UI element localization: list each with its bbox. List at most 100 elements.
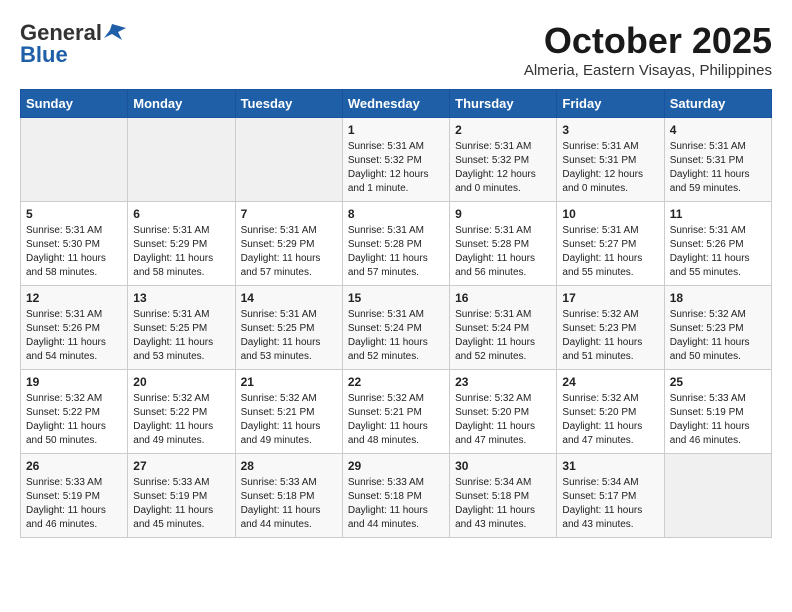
day-number: 11 bbox=[670, 207, 766, 221]
cell-info: Sunrise: 5:32 AMSunset: 5:20 PMDaylight:… bbox=[455, 392, 551, 448]
calendar-cell: 1 Sunrise: 5:31 AMSunset: 5:32 PMDaylight… bbox=[342, 118, 449, 202]
calendar-week-row: 5 Sunrise: 5:31 AMSunset: 5:30 PMDaylight… bbox=[21, 202, 772, 286]
location-title: Almeria, Eastern Visayas, Philippines bbox=[524, 62, 772, 79]
logo: General Blue bbox=[20, 20, 126, 68]
day-number: 6 bbox=[133, 207, 229, 221]
day-number: 14 bbox=[241, 291, 337, 305]
weekday-header: Monday bbox=[128, 90, 235, 118]
calendar-cell: 3 Sunrise: 5:31 AMSunset: 5:31 PMDaylight… bbox=[557, 118, 664, 202]
weekday-header: Sunday bbox=[21, 90, 128, 118]
weekday-header: Tuesday bbox=[235, 90, 342, 118]
calendar-cell: 26Sunrise: 5:33 AMSunset: 5:19 PMDayligh… bbox=[21, 454, 128, 538]
calendar-cell: 17 Sunrise: 5:32 AMSunset: 5:23 PMDayligh… bbox=[557, 286, 664, 370]
cell-info: Sunrise: 5:32 AMSunset: 5:23 PMDaylight:… bbox=[670, 308, 766, 364]
cell-info: Sunrise: 5:31 AMSunset: 5:29 PMDaylight:… bbox=[241, 224, 337, 280]
page-header: General Blue October 2025 Almeria, Easte… bbox=[20, 20, 772, 79]
cell-info: Sunrise: 5:32 AMSunset: 5:21 PMDaylight:… bbox=[348, 392, 444, 448]
day-number: 30 bbox=[455, 459, 551, 473]
cell-info: Sunrise: 5:33 AMSunset: 5:19 PMDaylight:… bbox=[133, 476, 229, 532]
month-title: October 2025 bbox=[524, 20, 772, 62]
cell-info: Sunrise: 5:31 AMSunset: 5:31 PMDaylight:… bbox=[670, 140, 766, 196]
calendar-cell: 29 Sunrise: 5:33 AMSunset: 5:18 PMDayligh… bbox=[342, 454, 449, 538]
calendar-table: SundayMondayTuesdayWednesdayThursdayFrid… bbox=[20, 89, 772, 538]
calendar-cell: 9 Sunrise: 5:31 AMSunset: 5:28 PMDaylight… bbox=[450, 202, 557, 286]
day-number: 25 bbox=[670, 375, 766, 389]
calendar-cell: 19 Sunrise: 5:32 AMSunset: 5:22 PMDayligh… bbox=[21, 370, 128, 454]
cell-info: Sunrise: 5:31 AMSunset: 5:25 PMDaylight:… bbox=[133, 308, 229, 364]
calendar-cell: 7 Sunrise: 5:31 AMSunset: 5:29 PMDaylight… bbox=[235, 202, 342, 286]
day-number: 12 bbox=[26, 291, 122, 305]
cell-info: Sunrise: 5:31 AMSunset: 5:28 PMDaylight:… bbox=[455, 224, 551, 280]
cell-info: Sunrise: 5:31 AMSunset: 5:25 PMDaylight:… bbox=[241, 308, 337, 364]
calendar-header-row: SundayMondayTuesdayWednesdayThursdayFrid… bbox=[21, 90, 772, 118]
day-number: 4 bbox=[670, 123, 766, 137]
day-number: 7 bbox=[241, 207, 337, 221]
calendar-cell bbox=[235, 118, 342, 202]
logo-bird-icon bbox=[104, 22, 126, 40]
day-number: 18 bbox=[670, 291, 766, 305]
cell-info: Sunrise: 5:31 AMSunset: 5:31 PMDaylight:… bbox=[562, 140, 658, 196]
day-number: 1 bbox=[348, 123, 444, 137]
calendar-cell: 30 Sunrise: 5:34 AMSunset: 5:18 PMDayligh… bbox=[450, 454, 557, 538]
cell-info: Sunrise: 5:32 AMSunset: 5:23 PMDaylight:… bbox=[562, 308, 658, 364]
calendar-cell bbox=[21, 118, 128, 202]
day-number: 27 bbox=[133, 459, 229, 473]
cell-info: Sunrise: 5:31 AMSunset: 5:24 PMDaylight:… bbox=[455, 308, 551, 364]
calendar-cell: 12 Sunrise: 5:31 AMSunset: 5:26 PMDayligh… bbox=[21, 286, 128, 370]
weekday-header: Friday bbox=[557, 90, 664, 118]
cell-info: Sunrise: 5:31 AMSunset: 5:30 PMDaylight:… bbox=[26, 224, 122, 280]
calendar-week-row: 26Sunrise: 5:33 AMSunset: 5:19 PMDayligh… bbox=[21, 454, 772, 538]
cell-info: Sunrise: 5:33 AMSunset: 5:18 PMDaylight:… bbox=[348, 476, 444, 532]
calendar-cell: 21 Sunrise: 5:32 AMSunset: 5:21 PMDayligh… bbox=[235, 370, 342, 454]
calendar-cell: 4 Sunrise: 5:31 AMSunset: 5:31 PMDaylight… bbox=[664, 118, 771, 202]
day-number: 13 bbox=[133, 291, 229, 305]
cell-info: Sunrise: 5:34 AMSunset: 5:17 PMDaylight:… bbox=[562, 476, 658, 532]
cell-info: Sunrise: 5:31 AMSunset: 5:32 PMDaylight:… bbox=[455, 140, 551, 196]
calendar-cell bbox=[664, 454, 771, 538]
cell-info: Sunrise: 5:32 AMSunset: 5:21 PMDaylight:… bbox=[241, 392, 337, 448]
calendar-cell: 13 Sunrise: 5:31 AMSunset: 5:25 PMDayligh… bbox=[128, 286, 235, 370]
cell-info: Sunrise: 5:31 AMSunset: 5:26 PMDaylight:… bbox=[26, 308, 122, 364]
day-number: 16 bbox=[455, 291, 551, 305]
calendar-cell: 10 Sunrise: 5:31 AMSunset: 5:27 PMDayligh… bbox=[557, 202, 664, 286]
calendar-cell: 6 Sunrise: 5:31 AMSunset: 5:29 PMDaylight… bbox=[128, 202, 235, 286]
calendar-cell: 18 Sunrise: 5:32 AMSunset: 5:23 PMDayligh… bbox=[664, 286, 771, 370]
day-number: 20 bbox=[133, 375, 229, 389]
calendar-week-row: 1 Sunrise: 5:31 AMSunset: 5:32 PMDaylight… bbox=[21, 118, 772, 202]
day-number: 29 bbox=[348, 459, 444, 473]
cell-info: Sunrise: 5:31 AMSunset: 5:27 PMDaylight:… bbox=[562, 224, 658, 280]
cell-info: Sunrise: 5:34 AMSunset: 5:18 PMDaylight:… bbox=[455, 476, 551, 532]
calendar-cell: 16 Sunrise: 5:31 AMSunset: 5:24 PMDayligh… bbox=[450, 286, 557, 370]
cell-info: Sunrise: 5:33 AMSunset: 5:19 PMDaylight:… bbox=[26, 476, 122, 532]
calendar-cell: 8 Sunrise: 5:31 AMSunset: 5:28 PMDaylight… bbox=[342, 202, 449, 286]
day-number: 8 bbox=[348, 207, 444, 221]
weekday-header: Saturday bbox=[664, 90, 771, 118]
calendar-cell: 5 Sunrise: 5:31 AMSunset: 5:30 PMDaylight… bbox=[21, 202, 128, 286]
day-number: 24 bbox=[562, 375, 658, 389]
day-number: 19 bbox=[26, 375, 122, 389]
day-number: 9 bbox=[455, 207, 551, 221]
cell-info: Sunrise: 5:31 AMSunset: 5:28 PMDaylight:… bbox=[348, 224, 444, 280]
day-number: 2 bbox=[455, 123, 551, 137]
weekday-header: Wednesday bbox=[342, 90, 449, 118]
cell-info: Sunrise: 5:32 AMSunset: 5:22 PMDaylight:… bbox=[26, 392, 122, 448]
calendar-cell: 2 Sunrise: 5:31 AMSunset: 5:32 PMDaylight… bbox=[450, 118, 557, 202]
day-number: 17 bbox=[562, 291, 658, 305]
cell-info: Sunrise: 5:32 AMSunset: 5:22 PMDaylight:… bbox=[133, 392, 229, 448]
day-number: 21 bbox=[241, 375, 337, 389]
day-number: 3 bbox=[562, 123, 658, 137]
weekday-header: Thursday bbox=[450, 90, 557, 118]
day-number: 5 bbox=[26, 207, 122, 221]
day-number: 22 bbox=[348, 375, 444, 389]
cell-info: Sunrise: 5:31 AMSunset: 5:29 PMDaylight:… bbox=[133, 224, 229, 280]
calendar-week-row: 19 Sunrise: 5:32 AMSunset: 5:22 PMDayligh… bbox=[21, 370, 772, 454]
calendar-cell: 20 Sunrise: 5:32 AMSunset: 5:22 PMDayligh… bbox=[128, 370, 235, 454]
calendar-cell: 27 Sunrise: 5:33 AMSunset: 5:19 PMDayligh… bbox=[128, 454, 235, 538]
calendar-week-row: 12 Sunrise: 5:31 AMSunset: 5:26 PMDayligh… bbox=[21, 286, 772, 370]
day-number: 10 bbox=[562, 207, 658, 221]
day-number: 31 bbox=[562, 459, 658, 473]
cell-info: Sunrise: 5:33 AMSunset: 5:19 PMDaylight:… bbox=[670, 392, 766, 448]
cell-info: Sunrise: 5:31 AMSunset: 5:32 PMDaylight:… bbox=[348, 140, 444, 196]
calendar-cell: 31 Sunrise: 5:34 AMSunset: 5:17 PMDayligh… bbox=[557, 454, 664, 538]
cell-info: Sunrise: 5:31 AMSunset: 5:24 PMDaylight:… bbox=[348, 308, 444, 364]
